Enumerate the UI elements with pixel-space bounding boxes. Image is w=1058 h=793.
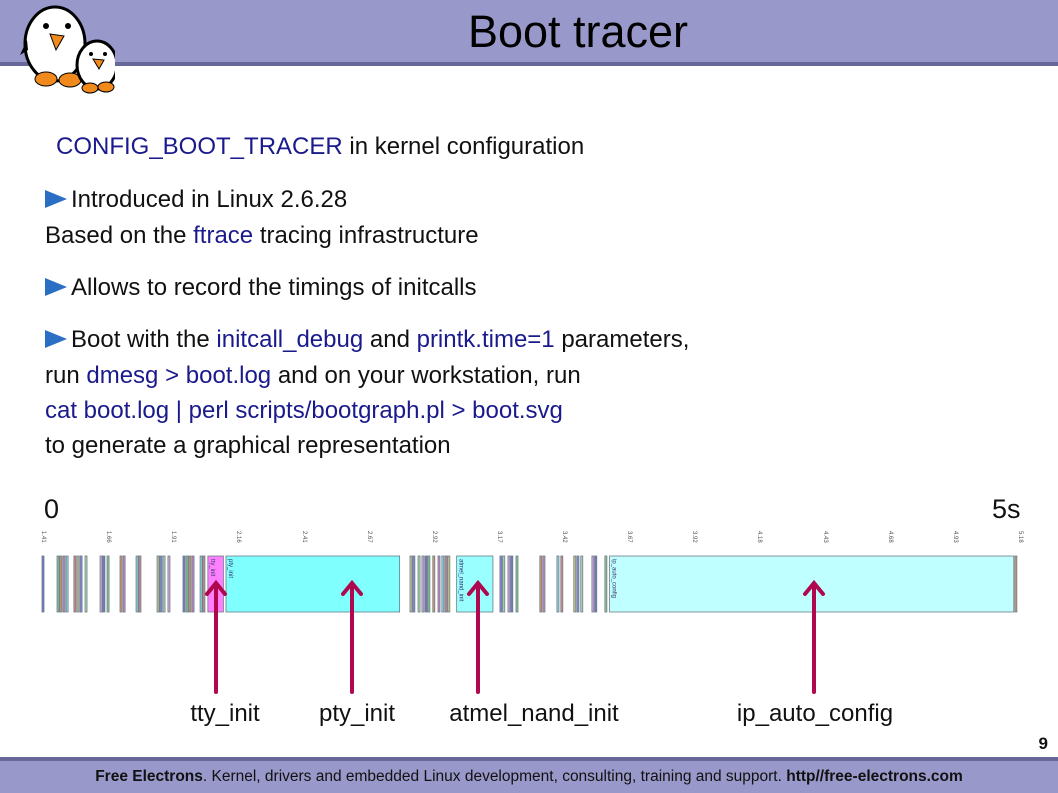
initcall-bar xyxy=(156,555,160,613)
initcall-bar xyxy=(99,555,103,613)
initcall-bar xyxy=(560,555,564,613)
initcall-bar xyxy=(556,555,560,613)
initcall-bar xyxy=(447,555,451,613)
initcall-bar xyxy=(580,555,584,613)
initcall-bar xyxy=(432,555,436,613)
initcall-bar xyxy=(1014,555,1018,613)
initcall-bar xyxy=(135,555,139,613)
slide-footer: Free Electrons. Kernel, drivers and embe… xyxy=(0,757,1058,793)
initcall-bar xyxy=(122,555,126,613)
initcall-bar xyxy=(573,555,577,613)
initcall-bar xyxy=(499,555,503,613)
initcall-bar xyxy=(594,555,598,613)
initcall-bar xyxy=(199,555,203,613)
initcall-bar xyxy=(84,555,88,613)
initcall-bar xyxy=(510,555,514,613)
callout-label-tty-init: tty_init xyxy=(190,700,260,727)
initcall-block-label: ip_auto_config xyxy=(611,559,617,598)
initcall-bar xyxy=(421,555,425,613)
initcall-bar xyxy=(409,555,413,613)
initcall-bar xyxy=(188,555,192,613)
initcall-bar xyxy=(576,555,580,613)
callout-label-atmel-nand-init: atmel_nand_init xyxy=(449,700,619,727)
initcall-bar xyxy=(424,555,428,613)
initcall-bar xyxy=(182,555,186,613)
initcall-block-label: pty_init xyxy=(227,559,233,578)
initcall-bar xyxy=(441,555,445,613)
initcall-bar xyxy=(56,555,60,613)
initcall-bar xyxy=(604,555,608,613)
initcall-bar xyxy=(202,555,206,613)
initcall-bar xyxy=(102,555,106,613)
initcall-block-pty-init xyxy=(225,555,401,613)
initcall-bar xyxy=(162,555,166,613)
initcall-bar xyxy=(502,555,506,613)
initcall-bar xyxy=(417,555,421,613)
initcall-bar xyxy=(507,555,511,613)
initcall-bar xyxy=(412,555,416,613)
initcall-bar xyxy=(444,555,448,613)
initcall-bar xyxy=(437,555,441,613)
boot-graph: tty_init pty_init atmel_nand_init ip_auto_c… xyxy=(41,555,1018,694)
initcall-bar xyxy=(73,555,77,613)
initcall-bar xyxy=(59,555,63,613)
initcall-bar xyxy=(515,555,519,613)
initcall-bar xyxy=(65,555,69,613)
initcall-bar xyxy=(427,555,431,613)
initcall-bar xyxy=(167,555,171,613)
initcall-bar xyxy=(159,555,163,613)
initcall-bar xyxy=(191,555,195,613)
initcall-bar xyxy=(542,555,546,613)
initcall-bar xyxy=(138,555,142,613)
initcall-bar xyxy=(591,555,595,613)
initcall-block-label: tty_init xyxy=(209,559,215,577)
initcall-bar xyxy=(62,555,66,613)
initcall-bar xyxy=(79,555,83,613)
initcall-bar xyxy=(106,555,110,613)
callout-label-ip-auto-config: ip_auto_config xyxy=(736,700,894,727)
initcall-bar xyxy=(41,555,45,613)
initcall-bar xyxy=(539,555,543,613)
callout-label-pty-init: pty_init xyxy=(318,700,396,727)
initcall-bar xyxy=(119,555,123,613)
initcall-bar xyxy=(185,555,189,613)
initcall-bar xyxy=(76,555,80,613)
page-number: 9 xyxy=(1038,734,1048,753)
initcall-block-label: atmel_nand_init xyxy=(458,559,464,602)
